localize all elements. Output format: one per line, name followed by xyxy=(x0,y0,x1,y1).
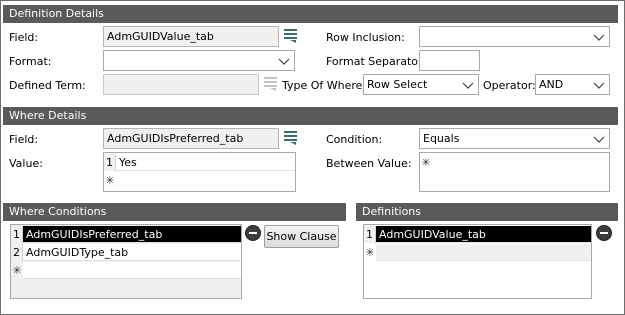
row-inclusion-label: Row Inclusion: xyxy=(326,31,405,44)
definitions-grid[interactable]: 1 AdmGUIDValue_tab ✳ xyxy=(363,224,592,299)
condition-label: Condition: xyxy=(326,133,383,146)
new-row-icon: ✳ xyxy=(105,174,115,187)
condition-value: Equals xyxy=(423,132,460,145)
definition-cell[interactable]: AdmGUIDValue_tab xyxy=(376,226,591,243)
window-frame: Definition Details Field: AdmGUIDValue_t… xyxy=(0,0,625,315)
format-separator-input[interactable] xyxy=(419,50,480,71)
where-conditions-header: Where Conditions xyxy=(3,203,346,221)
list-picker-icon[interactable] xyxy=(283,129,299,147)
row-number: 1 xyxy=(104,154,116,171)
table-row[interactable]: 1 Yes xyxy=(104,154,295,171)
condition-select[interactable]: Equals xyxy=(419,128,610,149)
type-of-where-select[interactable]: Row Select xyxy=(363,74,479,95)
new-row-cell[interactable] xyxy=(23,262,241,279)
definition-field-label: Field: xyxy=(9,31,39,44)
show-clause-button[interactable]: Show Clause xyxy=(264,225,339,248)
new-row-icon: ✳ xyxy=(12,264,22,277)
table-row[interactable]: 1 AdmGUIDValue_tab xyxy=(364,226,591,243)
chevron-down-icon xyxy=(593,31,605,43)
list-picker-icon[interactable] xyxy=(283,27,299,45)
value-label: Value: xyxy=(9,157,43,170)
where-details-header: Where Details xyxy=(3,107,618,125)
definition-details-header: Definition Details xyxy=(3,5,618,23)
chevron-down-icon xyxy=(593,79,605,91)
new-row[interactable]: ✳ xyxy=(11,262,241,279)
where-field-input[interactable]: AdmGUIDIsPreferred_tab xyxy=(103,128,279,149)
where-conditions-grid[interactable]: 1 AdmGUIDIsPreferred_tab 2 AdmGUIDType_t… xyxy=(10,224,242,299)
value-grid[interactable]: 1 Yes ✳ xyxy=(103,152,296,192)
format-separator-label: Format Separator: xyxy=(326,55,427,68)
new-row[interactable]: ✳ xyxy=(104,172,295,189)
chevron-down-icon xyxy=(462,79,474,91)
row-inclusion-select[interactable] xyxy=(419,26,610,47)
list-picker-icon xyxy=(263,75,279,93)
row-number: 2 xyxy=(11,244,23,261)
remove-circle-icon[interactable] xyxy=(596,225,612,241)
definition-field-input[interactable]: AdmGUIDValue_tab xyxy=(103,26,279,47)
operator-label: Operator: xyxy=(483,79,536,92)
between-value-label: Between Value: xyxy=(326,157,412,170)
where-field-label: Field: xyxy=(9,133,39,146)
new-row-icon: ✳ xyxy=(421,156,431,169)
definitions-header: Definitions xyxy=(356,203,618,221)
operator-select[interactable]: AND xyxy=(535,74,610,95)
table-row[interactable]: 2 AdmGUIDType_tab xyxy=(11,244,241,261)
type-of-where-value: Row Select xyxy=(367,78,428,91)
row-number: 1 xyxy=(364,226,376,243)
row-number: 1 xyxy=(11,226,23,243)
new-row-cell[interactable] xyxy=(376,244,591,261)
operator-value: AND xyxy=(539,78,564,91)
chevron-down-icon xyxy=(278,55,290,67)
chevron-down-icon xyxy=(593,133,605,145)
new-row[interactable]: ✳ xyxy=(420,154,609,171)
table-row[interactable]: 1 AdmGUIDIsPreferred_tab xyxy=(11,226,241,243)
type-of-where-label: Type Of Where: xyxy=(282,79,367,92)
format-select[interactable] xyxy=(103,50,295,71)
where-field-value: AdmGUIDIsPreferred_tab xyxy=(107,132,244,145)
new-row-icon: ✳ xyxy=(365,246,375,259)
remove-circle-icon[interactable] xyxy=(245,225,261,241)
defined-term-label: Defined Term: xyxy=(9,79,86,92)
new-row[interactable]: ✳ xyxy=(364,244,591,261)
condition-cell[interactable]: AdmGUIDIsPreferred_tab xyxy=(23,226,241,243)
definition-field-value: AdmGUIDValue_tab xyxy=(107,30,214,43)
defined-term-input[interactable] xyxy=(103,74,259,95)
value-cell[interactable]: Yes xyxy=(116,154,295,171)
format-label: Format: xyxy=(9,55,52,68)
condition-cell[interactable]: AdmGUIDType_tab xyxy=(23,244,241,261)
between-value-grid[interactable]: ✳ xyxy=(419,152,610,192)
